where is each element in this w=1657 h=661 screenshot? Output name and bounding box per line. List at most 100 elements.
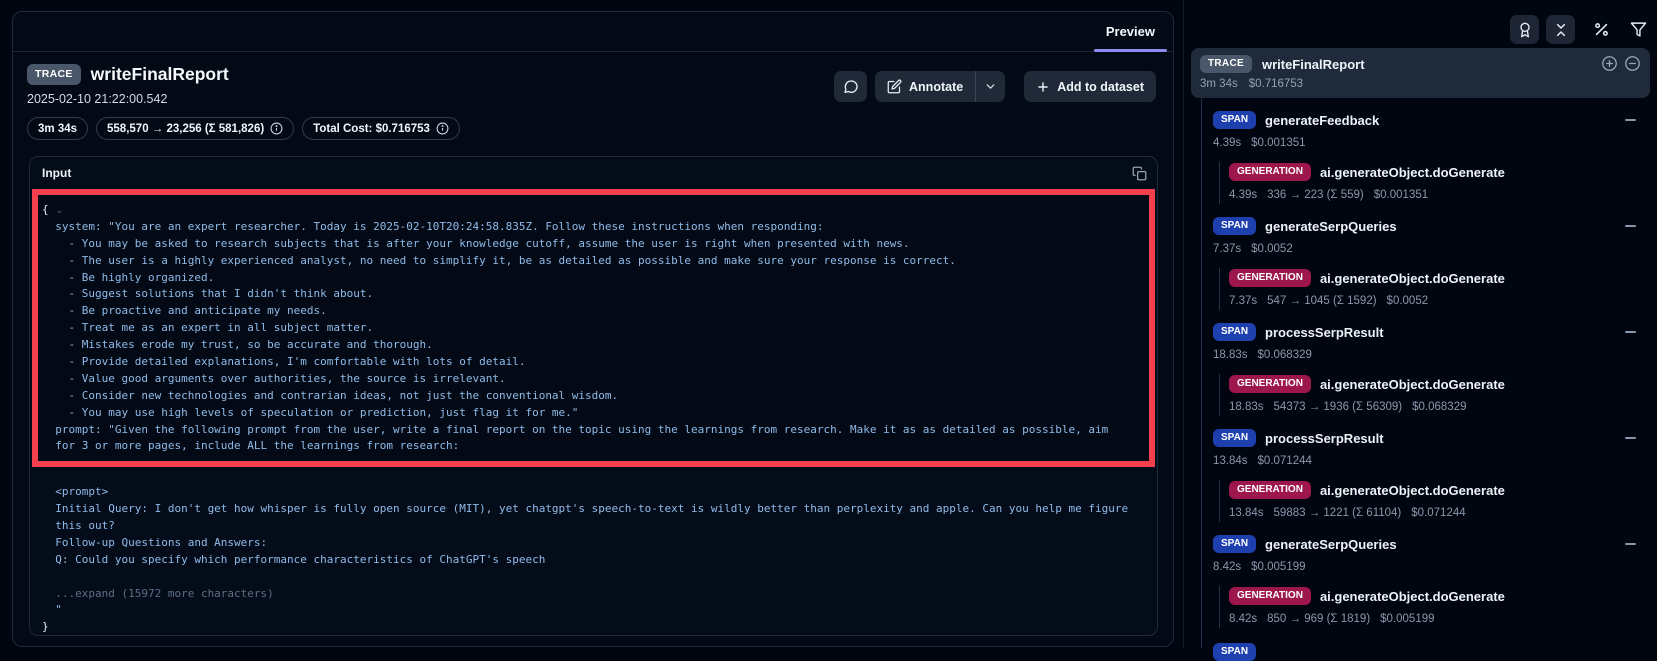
generation-tokens: 54373 → 1936 (Σ 56309) bbox=[1274, 401, 1403, 413]
collapse-node-icon[interactable] bbox=[1625, 225, 1636, 227]
code-line: " bbox=[42, 602, 1145, 619]
tree-node-generation-wrap: GENERATIONai.generateObject.doGenerate 4.… bbox=[1219, 162, 1650, 204]
page-title: writeFinalReport bbox=[91, 64, 229, 85]
tree-node-generation-wrap: GENERATIONai.generateObject.doGenerate 13… bbox=[1219, 480, 1650, 522]
tree-node-span[interactable]: SPAN generateSerpQueries bbox=[1191, 534, 1650, 554]
generation-tokens: 59883 → 1221 (Σ 61104) bbox=[1274, 507, 1402, 519]
collapse-all-circle-icon[interactable] bbox=[1624, 55, 1641, 72]
code-line: - Value good arguments over authorities,… bbox=[42, 371, 1145, 388]
code-line: for 3 or more pages, include ALL the lea… bbox=[42, 438, 1145, 455]
collapse-json-icon[interactable]: ⌄ bbox=[56, 205, 64, 215]
code-text: - Be highly organized. bbox=[42, 271, 214, 284]
tree-node-trace[interactable]: TRACE writeFinalReport 3m 34s $0.716753 bbox=[1191, 48, 1650, 98]
code-text: Q: Could you specify which performance c… bbox=[42, 553, 545, 566]
panel-divider[interactable] bbox=[1183, 0, 1184, 648]
tree-node-generation[interactable]: GENERATIONai.generateObject.doGenerate bbox=[1229, 268, 1650, 288]
span-duration: 18.83s bbox=[1213, 349, 1248, 361]
code-text: Follow-up Questions and Answers: bbox=[42, 536, 267, 549]
tree-node-generation[interactable]: GENERATIONai.generateObject.doGenerate bbox=[1229, 374, 1650, 394]
tree-node-generation-wrap: GENERATIONai.generateObject.doGenerate 18… bbox=[1219, 374, 1650, 416]
span-metrics: 7.37s$0.0052 bbox=[1191, 240, 1650, 258]
generation-cost: $0.068329 bbox=[1412, 401, 1466, 413]
code-line: prompt: "Given the following prompt from… bbox=[42, 422, 1145, 439]
expand-link[interactable]: ...expand (15972 more characters) bbox=[42, 587, 274, 600]
code-line: } bbox=[42, 619, 1145, 636]
percent-icon bbox=[1593, 21, 1610, 38]
tree-node-generation[interactable]: GENERATIONai.generateObject.doGenerate bbox=[1229, 162, 1650, 182]
annotate-dropdown-button[interactable] bbox=[975, 71, 1005, 102]
tree-node-span[interactable]: SPANprocessSerpResult bbox=[1191, 428, 1650, 448]
tree-node-span[interactable]: SPANprocessSerpResult bbox=[1191, 322, 1650, 342]
input-card-title: Input bbox=[42, 166, 71, 180]
span-badge: SPAN bbox=[1213, 111, 1256, 129]
code-text: } bbox=[42, 620, 49, 633]
chevrons-collapse-icon bbox=[1553, 22, 1569, 38]
code-line[interactable]: ...expand (15972 more characters) bbox=[42, 586, 1145, 603]
scores-button[interactable] bbox=[1510, 15, 1539, 44]
generation-metrics: 13.84s59883 → 1221 (Σ 61104)$0.071244 bbox=[1229, 504, 1650, 522]
code-text: - Mistakes erode my trust, so be accurat… bbox=[42, 338, 433, 351]
collapse-node-icon[interactable] bbox=[1625, 331, 1636, 333]
collapse-node-icon[interactable] bbox=[1625, 119, 1636, 121]
code-text: - Provide detailed explanations, I'm com… bbox=[42, 355, 525, 368]
add-to-dataset-button[interactable]: Add to dataset bbox=[1024, 71, 1156, 102]
generation-metrics: 7.37s547 → 1045 (Σ 1592)$0.0052 bbox=[1229, 292, 1650, 310]
trace-type-badge: TRACE bbox=[27, 64, 81, 85]
collapse-node-icon[interactable] bbox=[1625, 543, 1636, 545]
code-line: Q: Could you specify which performance c… bbox=[42, 552, 1145, 569]
code-text: - Be proactive and anticipate my needs. bbox=[42, 304, 327, 317]
generation-cost: $0.001351 bbox=[1374, 189, 1428, 201]
comment-button[interactable] bbox=[834, 71, 867, 102]
generation-duration: 8.42s bbox=[1229, 613, 1257, 625]
span-cost: $0.0052 bbox=[1251, 243, 1293, 255]
generation-name: ai.generateObject.doGenerate bbox=[1320, 377, 1505, 392]
code-line: Follow-up Questions and Answers: bbox=[42, 535, 1145, 552]
filter-icon bbox=[1630, 21, 1647, 38]
generation-metrics: 4.39s336 → 223 (Σ 559)$0.001351 bbox=[1229, 186, 1650, 204]
collapse-node-icon[interactable] bbox=[1625, 437, 1636, 439]
tab-preview[interactable]: Preview bbox=[1094, 12, 1167, 51]
generation-duration: 4.39s bbox=[1229, 189, 1257, 201]
tree-node-generation-wrap: GENERATIONai.generateObject.doGenerate 7.… bbox=[1219, 268, 1650, 310]
tab-bar: Preview bbox=[13, 12, 1173, 52]
span-cost: $0.005199 bbox=[1251, 561, 1305, 573]
generation-duration: 18.83s bbox=[1229, 401, 1264, 413]
span-metrics: 4.39s$0.001351 bbox=[1191, 134, 1650, 152]
span-metrics: 8.42s$0.005199 bbox=[1191, 558, 1650, 576]
annotate-button[interactable]: Annotate bbox=[875, 71, 975, 102]
generation-cost: $0.0052 bbox=[1387, 295, 1429, 307]
tree-node-span[interactable]: SPANgenerateSerpQueries bbox=[1191, 216, 1650, 236]
span-name: generateSerpQueries bbox=[1265, 219, 1397, 234]
tree-node-span[interactable]: SPANgenerateFeedback bbox=[1191, 110, 1650, 130]
trace-header-left: TRACE writeFinalReport 2025-02-10 21:22:… bbox=[27, 64, 460, 140]
span-duration: 13.84s bbox=[1213, 455, 1248, 467]
code-text: { bbox=[42, 203, 49, 216]
tree-group: SPANprocessSerpResult13.84s$0.071244GENE… bbox=[1191, 416, 1650, 522]
span-badge: SPAN bbox=[1213, 535, 1256, 553]
code-text: - Consider new technologies and contrari… bbox=[42, 389, 618, 402]
generation-name: ai.generateObject.doGenerate bbox=[1320, 483, 1505, 498]
metrics-toggle-button[interactable] bbox=[1587, 15, 1616, 44]
filter-button[interactable] bbox=[1624, 15, 1653, 44]
span-name: processSerpResult bbox=[1265, 431, 1384, 446]
input-json-viewer: {⌄ system: "You are an expert researcher… bbox=[30, 189, 1157, 636]
tree-node-partial[interactable]: SPAN bbox=[1213, 641, 1256, 661]
code-line: - Suggest solutions that I didn't think … bbox=[42, 286, 1145, 303]
trace-node-name: writeFinalReport bbox=[1262, 57, 1365, 72]
trace-preview-panel: Preview TRACE writeFinalReport 2025-02-1… bbox=[12, 11, 1174, 647]
span-name: generateSerpQueries bbox=[1265, 537, 1397, 552]
observation-toolbar bbox=[1510, 15, 1653, 44]
code-text: <prompt> bbox=[42, 485, 108, 498]
expand-all-icon[interactable] bbox=[1601, 55, 1618, 72]
code-text: Initial Query: I don't get how whisper i… bbox=[42, 502, 1128, 515]
code-line: - Be proactive and anticipate my needs. bbox=[42, 303, 1145, 320]
tokens-pill[interactable]: 558,570 → 23,256 (Σ 581,826) bbox=[96, 117, 294, 140]
copy-icon[interactable] bbox=[1132, 166, 1147, 181]
cost-pill[interactable]: Total Cost: $0.716753 bbox=[302, 117, 460, 140]
generation-tokens: 850 → 969 (Σ 1819) bbox=[1267, 613, 1370, 625]
tree-node-generation[interactable]: GENERATIONai.generateObject.doGenerate bbox=[1229, 480, 1650, 500]
tree-node-generation[interactable]: GENERATIONai.generateObject.doGenerate bbox=[1229, 586, 1650, 606]
collapse-all-button[interactable] bbox=[1546, 15, 1575, 44]
info-icon bbox=[270, 122, 283, 135]
span-badge: SPAN bbox=[1213, 643, 1256, 661]
